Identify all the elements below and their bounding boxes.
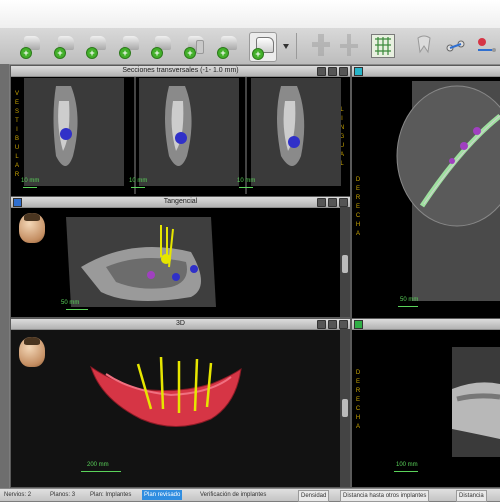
toolbar-divider xyxy=(296,33,297,59)
sagittal-image xyxy=(452,347,500,457)
plus-icon: + xyxy=(217,47,229,59)
viewport-scrollbar[interactable] xyxy=(340,207,350,317)
tool-icon[interactable] xyxy=(317,198,326,207)
cross-sections-viewport[interactable]: Secciones transversales (-1- 1.0 mm) VES… xyxy=(10,65,351,197)
viewport-color-badge xyxy=(354,67,363,76)
add-implant-button-2[interactable]: + xyxy=(52,32,78,60)
viewport-color-badge xyxy=(354,320,363,329)
layout-icon[interactable] xyxy=(328,67,337,76)
scrollbar-thumb[interactable] xyxy=(342,255,348,273)
axial-viewport[interactable]: DERECHA 50 mm xyxy=(351,65,500,319)
maximize-icon[interactable] xyxy=(339,198,348,207)
scale-bar xyxy=(131,187,145,188)
status-nerves: Nervios: 2 xyxy=(4,492,32,498)
disabled-tool-icon xyxy=(340,34,358,56)
tooth-icon[interactable] xyxy=(416,34,432,56)
add-implant-button-5[interactable]: + xyxy=(149,32,175,60)
left-side-panel xyxy=(0,64,9,488)
add-implant-button-4[interactable]: + xyxy=(117,32,143,60)
mandible-3d-model xyxy=(90,356,242,427)
add-implant-button-7[interactable]: + xyxy=(215,32,241,60)
sagittal-viewport[interactable]: DERECHA 100 mm xyxy=(351,318,500,488)
scale-bar xyxy=(23,187,37,188)
scale-bar xyxy=(398,306,418,307)
status-distance-implants[interactable]: Distancia hasta otros implantes xyxy=(340,490,430,502)
maximize-icon[interactable] xyxy=(339,67,348,76)
add-implant-button-8[interactable]: + xyxy=(249,32,277,62)
plus-icon: + xyxy=(184,47,196,59)
viewport-scrollbar[interactable] xyxy=(340,329,350,487)
cross-section-images xyxy=(24,76,341,194)
viewport-title: 3D xyxy=(176,320,185,327)
distance-tool-icon[interactable] xyxy=(474,34,498,56)
scale-label: 50 mm xyxy=(61,300,80,306)
viewport-title: Secciones transversales (-1- 1.0 mm) xyxy=(122,67,239,74)
main-toolbar: + + + + + + + + xyxy=(0,28,500,82)
status-distance[interactable]: Distancia xyxy=(456,490,487,502)
status-planes: Planos: 3 xyxy=(50,492,76,498)
tool-icon[interactable] xyxy=(317,67,326,76)
status-plan: Plan: Implantes xyxy=(90,492,132,498)
scale-bar xyxy=(66,309,88,310)
mesh-icon xyxy=(375,37,391,55)
plus-icon: + xyxy=(54,47,66,59)
tangential-viewport[interactable]: Tangencial 50 mm xyxy=(10,196,351,318)
add-implant-button-6[interactable]: + xyxy=(182,32,208,60)
status-bar: Nervios: 2 Planos: 3 Plan: Implantes Pla… xyxy=(0,488,500,502)
window-top-strip xyxy=(0,0,500,28)
scrollbar-thumb[interactable] xyxy=(342,399,348,417)
layout-icon[interactable] xyxy=(328,320,337,329)
status-plan-revisado[interactable]: Plan revisado xyxy=(142,490,183,500)
plus-icon: + xyxy=(151,47,163,59)
scale-bar xyxy=(81,471,121,472)
axial-image xyxy=(396,81,500,301)
plus-icon: + xyxy=(119,47,131,59)
implant-pair-icon xyxy=(196,40,204,54)
dental-planning-app: + + + + + + + + Secciones transversales … xyxy=(0,0,500,502)
disabled-tool-icon xyxy=(312,34,330,56)
viewport-title: Tangencial xyxy=(163,198,198,205)
maximize-icon[interactable] xyxy=(339,320,348,329)
scale-label: 200 mm xyxy=(87,462,109,468)
implant-dropdown-arrow[interactable] xyxy=(282,32,290,60)
status-verification[interactable]: Verificación de implantes xyxy=(198,490,268,500)
scale-bar xyxy=(239,187,253,188)
plus-icon: + xyxy=(20,47,32,59)
scale-label: 10 mm xyxy=(237,178,256,184)
scale-label: 50 mm xyxy=(400,297,419,303)
scale-label: 100 mm xyxy=(396,462,418,468)
scale-label: 10 mm xyxy=(129,178,148,184)
layout-icon[interactable] xyxy=(328,198,337,207)
chevron-down-icon xyxy=(283,44,289,49)
scale-bar xyxy=(394,471,418,472)
grid-view-button[interactable] xyxy=(371,34,395,58)
add-implant-button-3[interactable]: + xyxy=(84,32,110,60)
measure-tool-icon[interactable] xyxy=(445,34,467,56)
add-implant-button-1[interactable]: + xyxy=(18,32,44,60)
scale-label: 10 mm xyxy=(21,178,40,184)
plus-icon: + xyxy=(86,47,98,59)
status-density[interactable]: Densidad xyxy=(298,490,330,502)
plus-icon: + xyxy=(252,48,264,60)
3d-viewport[interactable]: 3D 200 mm xyxy=(10,318,351,488)
tool-icon[interactable] xyxy=(317,320,326,329)
